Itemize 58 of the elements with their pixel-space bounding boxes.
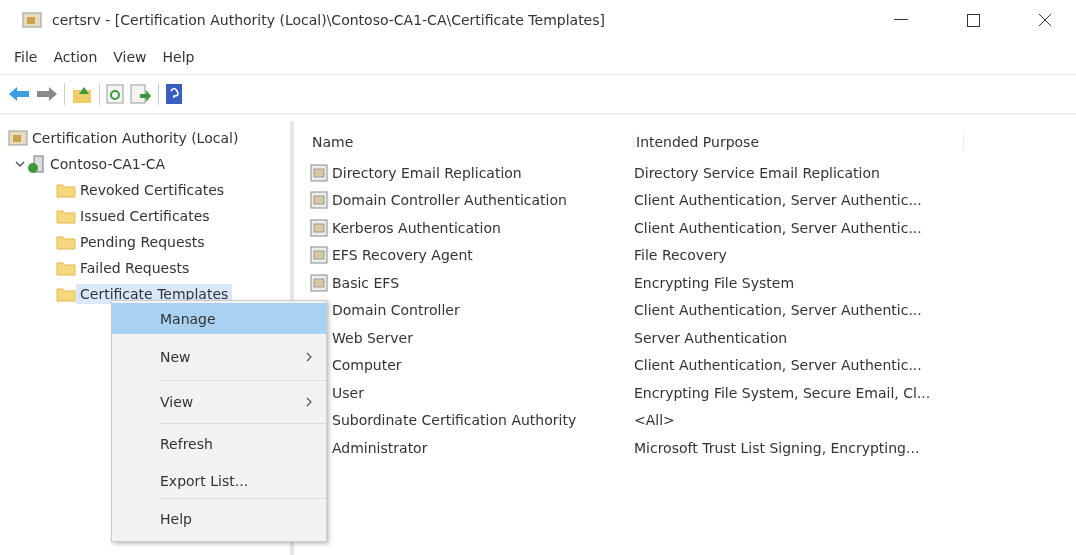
window-title: certsrv - [Certification Authority (Local)\Contoso-CA1-CA\Certificate Templates] [52, 12, 606, 28]
table-cell-text: Client Authentication, Server Authentic... [634, 192, 923, 209]
forward-arrow-icon[interactable] [36, 86, 58, 102]
minimize-icon[interactable] [894, 19, 908, 21]
server-icon [26, 154, 46, 174]
table-cell-text: Client Authentication, Server Authentic... [634, 357, 923, 374]
column-header[interactable]: Name [310, 134, 634, 150]
folder-icon [56, 286, 76, 302]
table-cell-text: File Recovery [634, 247, 728, 264]
table-cell[interactable]: Domain Controller [332, 302, 460, 319]
menu-item[interactable]: New [112, 334, 326, 380]
console-icon [8, 129, 28, 147]
tree-item[interactable]: Pending Requests [76, 232, 209, 252]
tree-item[interactable]: Revoked Certificates [76, 180, 229, 200]
menu-item[interactable]: File [8, 47, 44, 67]
table-cell[interactable]: Basic EFS [332, 274, 400, 291]
column-header[interactable]: Intended Purpose [634, 134, 964, 150]
table-cell[interactable]: Web Server [332, 329, 413, 346]
folder-icon [56, 260, 76, 276]
table-cell-text: Encrypting File System [634, 274, 795, 291]
tree-item[interactable]: Issued Certificates [76, 206, 214, 226]
table-cell-text: Server Authentication [634, 329, 789, 346]
back-arrow-icon[interactable] [8, 86, 30, 102]
menu-item[interactable]: Export List... [112, 464, 326, 498]
maximize-icon[interactable] [966, 13, 980, 27]
menu-item[interactable]: View [112, 381, 326, 423]
table-cell-text: Microsoft Trust List Signing, Encrypting... [634, 439, 921, 456]
menu-item[interactable]: Action [47, 47, 104, 67]
table-cell[interactable]: User [332, 384, 364, 401]
menu-item[interactable]: Manage [112, 303, 326, 334]
export-icon[interactable] [130, 84, 152, 104]
folder-icon [56, 208, 76, 224]
table-cell-text: <All> [634, 412, 676, 429]
refresh-icon[interactable] [106, 84, 124, 104]
app-icon [22, 11, 42, 29]
table-cell-text: Directory Service Email Replication [634, 164, 881, 181]
menu-item[interactable]: View [107, 47, 153, 67]
menu-item[interactable]: Refresh [112, 424, 326, 464]
tree-item[interactable]: Contoso-CA1-CA [46, 154, 170, 174]
table-cell[interactable]: Kerberos Authentication [332, 219, 501, 236]
table-cell-text: Encrypting File System, Secure Email, Cl... [634, 384, 932, 401]
table-cell-text: Client Authentication, Server Authentic... [634, 219, 923, 236]
help-icon[interactable] [165, 83, 183, 105]
menu-item[interactable]: Help [112, 499, 326, 539]
table-cell[interactable]: Domain Controller Authentication [332, 192, 567, 209]
folder-icon [56, 234, 76, 250]
tree-item[interactable]: Failed Requests [76, 258, 194, 278]
table-cell[interactable]: EFS Recovery Agent [332, 247, 473, 264]
table-cell[interactable]: Subordinate Certification Authority [332, 412, 577, 429]
table-cell[interactable]: Directory Email Replication [332, 164, 522, 181]
folder-icon [56, 182, 76, 198]
close-icon[interactable] [1038, 13, 1052, 27]
menu-item[interactable]: Help [156, 47, 201, 67]
table-cell[interactable]: Administrator [332, 439, 428, 456]
table-cell[interactable]: Computer [332, 357, 402, 374]
table-cell-text: Client Authentication, Server Authentic... [634, 302, 923, 319]
expand-chevron-icon[interactable] [14, 158, 26, 170]
tree-item[interactable]: Certification Authority (Local) [28, 128, 243, 148]
